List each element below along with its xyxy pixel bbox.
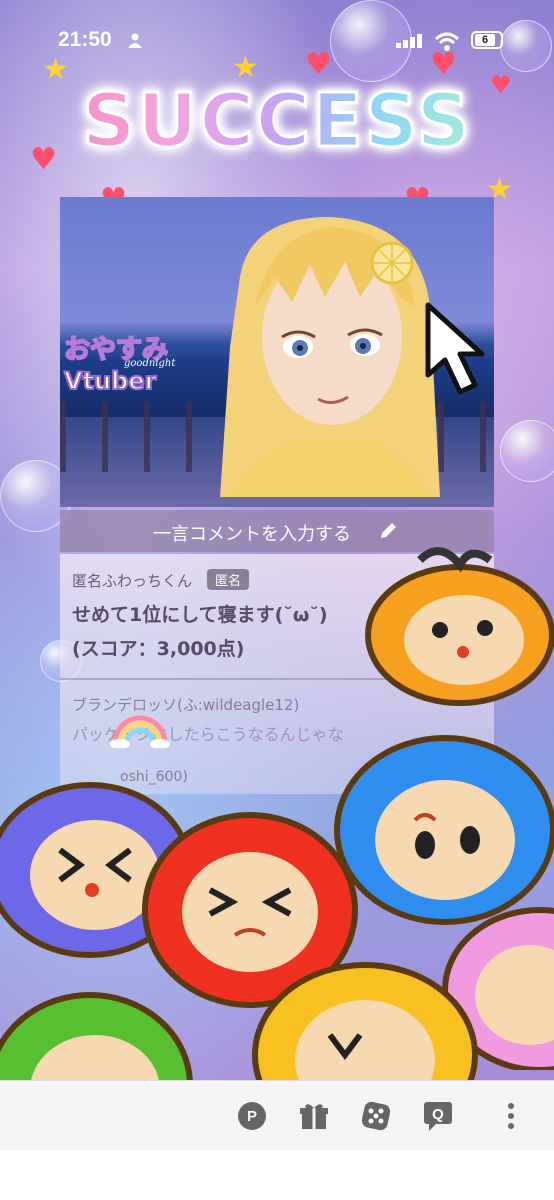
svg-text:Q: Q <box>432 1106 444 1123</box>
status-bar: 21:50 6 <box>0 28 554 58</box>
points-icon[interactable]: P <box>237 1101 267 1131</box>
battery-icon: 6 <box>471 31 503 49</box>
comment-author: ブランデロッソ(ふ:wildeagle12) <box>72 696 300 714</box>
heart-icon: ♥ <box>30 142 57 177</box>
battery-level: 6 <box>475 34 495 46</box>
rainbow-icon <box>110 715 170 748</box>
heart-icon: ♥ <box>430 47 457 82</box>
blue-mascot <box>334 735 554 925</box>
bottom-action-bar: P Q <box>0 1080 554 1151</box>
cursor-icon <box>425 302 485 395</box>
orange-mascot <box>365 547 554 706</box>
game-scene: 21:50 6 ★ ★ ♥ ♥ ♥ ♥ ♥ ♥ ★ SUCCESS <box>0 0 554 1080</box>
yellow-mascot <box>252 962 478 1080</box>
heart-icon: ♥ <box>305 47 332 82</box>
success-title: SUCCESS <box>62 77 492 166</box>
gift-icon[interactable] <box>299 1101 329 1131</box>
pencil-icon <box>381 523 396 538</box>
heart-icon: ♥ <box>490 71 512 99</box>
logo-text-vtuber: Vtuber <box>63 366 157 396</box>
signal-icon <box>396 34 422 48</box>
green-mascot <box>0 992 193 1080</box>
comment-score: (スコア：3,000点) <box>72 638 245 660</box>
question-icon[interactable]: Q <box>423 1101 453 1131</box>
anonymous-badge: 匿名 <box>207 569 250 590</box>
home-indicator-area <box>0 1150 554 1200</box>
comment-text: せめて1位にして寝ます(˘ω˘) (スコア：3,000点) <box>72 598 402 666</box>
show-logo: おやすみ goodnight Vtuber <box>63 329 184 397</box>
dice-icon[interactable] <box>361 1101 391 1131</box>
svg-text:P: P <box>247 1108 257 1125</box>
person-icon <box>128 33 142 48</box>
comment-author: 匿名ふわっちくん <box>72 572 193 590</box>
comment-line: せめて1位にして寝ます(˘ω˘) <box>72 604 328 626</box>
comment-placeholder: 一言コメントを入力する <box>153 524 351 545</box>
status-time: 21:50 <box>58 28 112 51</box>
more-icon[interactable] <box>496 1101 526 1131</box>
bubble <box>500 420 554 482</box>
